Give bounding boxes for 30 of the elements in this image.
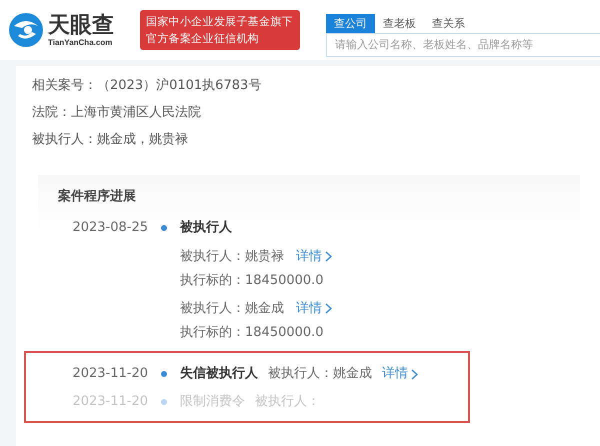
detail-text: 被执行人：姚金成 (268, 365, 372, 383)
entry-title: 失信被执行人 (180, 365, 258, 383)
case-info-line: 被执行人：姚金成，姚贵禄 (32, 131, 189, 149)
entry-title: 被执行人 (180, 219, 232, 237)
search-tab[interactable]: 查公司 (326, 14, 375, 32)
entry-date: 2023-08-25 (71, 219, 148, 237)
detail-text: 被执行人： (255, 393, 320, 411)
chevron-icon (325, 250, 332, 262)
entry-date: 2023-11-20 (71, 365, 148, 383)
detail-text: 被执行人：姚贵禄 (180, 248, 284, 265)
section-title: 案件程序进展 (58, 188, 137, 205)
slogan-banner: 国家中小企业发展子基金旗下 官方备案企业征信机构 (140, 10, 300, 50)
details-link[interactable]: 详情 (382, 365, 418, 383)
chevron-icon (325, 302, 332, 314)
entry-title: 限制消费令 (180, 393, 245, 411)
logo-domain: TianYanCha.com (48, 38, 114, 46)
logo-name: 天眼查 (48, 14, 114, 38)
search-field[interactable]: 请输入公司名称、老板姓名、品牌名称等 (326, 32, 600, 56)
case-info-line: 相关案号：（2023）沪0101执6783号 (32, 77, 262, 95)
details-link[interactable]: 详情 (296, 299, 332, 317)
chevron-icon (411, 368, 418, 380)
entry-date: 2023-11-20 (71, 393, 148, 411)
case-info-line: 法院：上海市黄浦区人民法院 (32, 104, 202, 122)
details-link[interactable]: 详情 (296, 247, 332, 265)
search-tab[interactable]: 查关系 (424, 14, 473, 32)
detail-text: 被执行人：姚金成 (180, 300, 284, 317)
amount-text: 执行标的：18450000.0 (180, 324, 325, 341)
eye-logo-icon (8, 12, 44, 48)
amount-text: 执行标的：18450000.0 (180, 272, 325, 289)
search-tab[interactable]: 查老板 (375, 14, 424, 32)
